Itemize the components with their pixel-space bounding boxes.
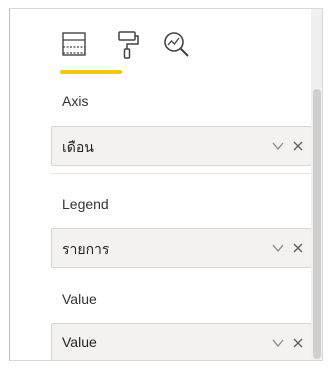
tab-format[interactable]: [111, 27, 145, 67]
chevron-down-icon[interactable]: [271, 139, 285, 153]
axis-field-name: เดือน: [62, 139, 94, 155]
selected-tab-indicator: [60, 70, 122, 74]
axis-field-well[interactable]: เดือน: [51, 126, 312, 166]
tab-fields[interactable]: [57, 27, 91, 67]
remove-field-icon[interactable]: [291, 241, 305, 255]
divider: [51, 173, 312, 174]
legend-label: Legend: [62, 196, 109, 212]
value-field-well[interactable]: Value: [51, 323, 312, 360]
paint-roller-icon: [118, 31, 139, 59]
legend-field-name: รายการ: [62, 241, 110, 257]
value-field-name: Value: [62, 334, 97, 350]
scrollbar-thumb[interactable]: [313, 89, 321, 359]
legend-field-well[interactable]: รายการ: [51, 228, 312, 268]
fields-icon: [62, 32, 86, 56]
axis-label: Axis: [62, 93, 89, 109]
remove-field-icon[interactable]: [291, 139, 305, 153]
visualizations-pane: Axis เดือน Legend รายการ Value Value: [9, 8, 323, 361]
chevron-down-icon[interactable]: [271, 336, 285, 350]
analytics-icon: [164, 32, 189, 57]
chevron-down-icon[interactable]: [271, 241, 285, 255]
value-label: Value: [62, 291, 97, 307]
tab-analytics[interactable]: [159, 27, 193, 67]
remove-field-icon[interactable]: [291, 336, 305, 350]
